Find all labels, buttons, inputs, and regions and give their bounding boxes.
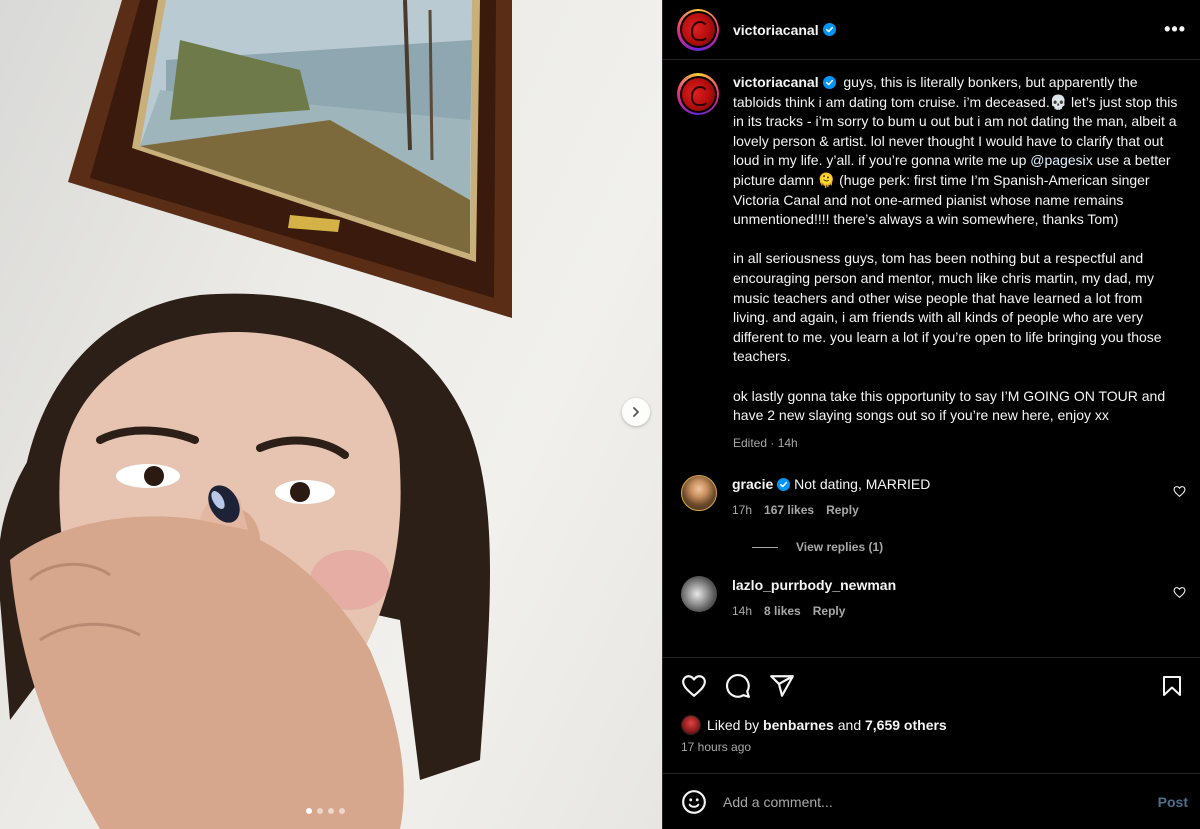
mention-link[interactable]: @pagesix — [1030, 152, 1092, 168]
verified-icon — [822, 76, 836, 89]
carousel-dot — [306, 808, 312, 814]
caption: victoriacanal guys, this is literally bo… — [677, 73, 1186, 453]
caption-username[interactable]: victoriacanal — [733, 74, 819, 90]
add-comment-bar: Post — [663, 773, 1200, 829]
reply-button[interactable]: Reply — [826, 501, 859, 520]
caption-meta: Edited · 14h — [733, 435, 798, 450]
carousel-dot — [339, 808, 345, 814]
comment-input[interactable] — [723, 793, 1154, 810]
author-username[interactable]: victoriacanal — [733, 22, 819, 38]
liker-username[interactable]: benbarnes — [763, 717, 834, 733]
carousel-next-button[interactable] — [622, 398, 650, 426]
comment-item: lazlo_purrbody_newman 14h 8 likes Reply — [677, 576, 1186, 621]
caption-text: guys, this is literally bonkers, but app… — [733, 74, 1182, 424]
view-replies-button[interactable]: View replies (1) — [752, 540, 1186, 554]
post-header: victoriacanal ••• — [663, 0, 1200, 60]
post-photo[interactable] — [0, 0, 662, 829]
selfie-image — [0, 0, 512, 829]
more-options-button[interactable]: ••• — [1164, 19, 1186, 40]
comment-time[interactable]: 17h — [732, 501, 752, 520]
commenter-avatar[interactable] — [681, 475, 717, 512]
bookmark-icon[interactable] — [1160, 673, 1184, 699]
comment-item: gracie Not dating, MARRIED 17h 167 likes… — [677, 475, 1186, 520]
carousel-dot — [317, 808, 323, 814]
likes-summary: Liked by benbarnes and 7,659 others — [681, 715, 1184, 735]
post-comment-button[interactable]: Post — [1154, 794, 1192, 810]
verified-icon — [822, 23, 836, 36]
comment-icon[interactable] — [725, 673, 751, 699]
carousel-indicator — [306, 808, 345, 814]
chevron-right-icon — [633, 407, 639, 417]
post-actions: Liked by benbarnes and 7,659 others 17 h… — [663, 657, 1200, 773]
comment-likes[interactable]: 167 likes — [764, 501, 814, 520]
comment-likes[interactable]: 8 likes — [764, 602, 801, 621]
commenter-avatar[interactable] — [681, 576, 717, 613]
commenter-username[interactable]: lazlo_purrbody_newman — [732, 577, 896, 593]
like-comment-icon[interactable] — [1173, 485, 1186, 498]
post-timestamp[interactable]: 17 hours ago — [681, 740, 1184, 754]
share-icon[interactable] — [769, 673, 795, 699]
like-comment-icon[interactable] — [1173, 586, 1186, 599]
emoji-icon[interactable] — [681, 789, 707, 815]
liker-avatar[interactable] — [681, 715, 701, 735]
carousel-dot — [328, 808, 334, 814]
verified-icon — [777, 478, 791, 492]
heart-icon[interactable] — [681, 673, 707, 699]
post-side-panel: victoriacanal ••• victoriacanal guys, th… — [662, 0, 1200, 829]
comment-time[interactable]: 14h — [732, 602, 752, 621]
comment-text: Not dating, MARRIED — [794, 476, 931, 493]
author-avatar[interactable] — [677, 8, 719, 51]
author-avatar[interactable] — [677, 73, 719, 115]
reply-button[interactable]: Reply — [813, 602, 846, 621]
commenter-username[interactable]: gracie — [732, 476, 773, 492]
likes-count[interactable]: 7,659 others — [865, 717, 947, 733]
comments-section[interactable]: victoriacanal guys, this is literally bo… — [663, 61, 1200, 657]
